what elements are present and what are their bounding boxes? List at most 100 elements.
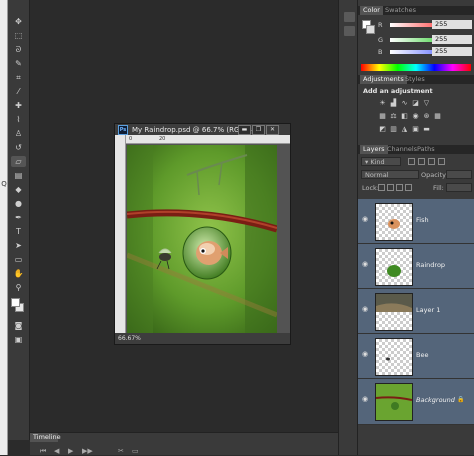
curves-adj-icon[interactable]: ∿: [400, 99, 409, 107]
fish-thumb: [388, 219, 400, 229]
visibility-eye-icon[interactable]: ◉: [362, 306, 370, 313]
transition-icon[interactable]: ▭: [132, 447, 139, 455]
filter-kind-value: Kind: [370, 158, 385, 166]
tab-swatches[interactable]: Swatches: [382, 6, 419, 15]
foreground-color-swatch[interactable]: [11, 298, 20, 307]
tab-color[interactable]: Color: [360, 6, 383, 15]
filter-shape-icon[interactable]: [438, 158, 445, 165]
layer-thumbnail: [375, 338, 413, 376]
hue-adj-icon[interactable]: ▦: [378, 112, 387, 120]
layer-row[interactable]: ◉ Bee: [358, 334, 474, 379]
crop-tool-icon[interactable]: ⌗: [11, 72, 26, 83]
red-value[interactable]: 255: [432, 20, 472, 29]
gradient-map-adj-icon[interactable]: ▬: [422, 125, 431, 133]
layers-panel-tabs: Layers Channels Paths: [358, 145, 474, 154]
path-select-tool-icon[interactable]: ➤: [11, 240, 26, 251]
marquee-tool-icon[interactable]: ⬚: [11, 30, 26, 41]
play-icon[interactable]: ▶: [68, 447, 73, 455]
document-canvas[interactable]: [127, 145, 277, 333]
zoom-level[interactable]: 66.67%: [118, 335, 141, 342]
green-slider-row: G 255: [358, 35, 474, 45]
history-panel-icon[interactable]: [344, 12, 355, 22]
brightness-adj-icon[interactable]: ☀: [378, 99, 387, 107]
lasso-tool-icon[interactable]: ᘐ: [11, 44, 26, 55]
green-value[interactable]: 255: [432, 35, 472, 44]
next-frame-icon[interactable]: ▶▶: [82, 447, 93, 455]
properties-panel-icon[interactable]: [344, 26, 355, 36]
document-window: Ps My Raindrop.psd @ 66.7% (RGB/8#) ▬ ❐ …: [114, 123, 291, 345]
layer1-thumb: [376, 294, 412, 312]
visibility-eye-icon[interactable]: ◉: [362, 351, 370, 358]
green-label: G: [378, 36, 384, 44]
canvas-image: [127, 145, 277, 333]
exposure-adj-icon[interactable]: ◪: [411, 99, 420, 107]
color-balance-adj-icon[interactable]: ⚖: [389, 112, 398, 120]
tab-paths[interactable]: Paths: [414, 145, 438, 154]
red-label: R: [378, 21, 383, 29]
tab-timeline[interactable]: Timeline: [30, 433, 61, 442]
document-title-bar[interactable]: Ps My Raindrop.psd @ 66.7% (RGB/8#) ▬ ❐ …: [115, 124, 290, 135]
layer-name: Raindrop: [416, 261, 446, 269]
eraser-tool-icon[interactable]: ▱: [11, 156, 26, 167]
visibility-eye-icon[interactable]: ◉: [362, 396, 370, 403]
gradient-tool-icon[interactable]: ▤: [11, 170, 26, 181]
screen-mode-icon[interactable]: ▣: [11, 334, 26, 345]
color-spectrum-bar[interactable]: [361, 64, 471, 71]
cut-icon[interactable]: ✂: [118, 447, 124, 455]
levels-adj-icon[interactable]: ▟: [389, 99, 398, 107]
minimize-button[interactable]: ▬: [238, 125, 251, 135]
restore-button[interactable]: ❐: [252, 125, 265, 135]
invert-adj-icon[interactable]: ◩: [378, 125, 387, 133]
lock-position-icon[interactable]: [396, 184, 403, 191]
tab-styles[interactable]: Styles: [402, 75, 428, 84]
history-brush-tool-icon[interactable]: ↺: [11, 142, 26, 153]
lookup-adj-icon[interactable]: ▦: [433, 112, 442, 120]
zoom-tool-icon[interactable]: ⚲: [11, 282, 26, 293]
ruler-tick: 0: [129, 136, 133, 142]
lock-all-icon[interactable]: [405, 184, 412, 191]
move-tool-icon[interactable]: ✥: [11, 16, 26, 27]
type-tool-icon[interactable]: T: [11, 226, 26, 237]
blur-tool-icon[interactable]: ◆: [11, 184, 26, 195]
edge-glyph: Q: [1, 180, 7, 188]
vibrance-adj-icon[interactable]: ▽: [422, 99, 431, 107]
filter-pixel-icon[interactable]: [408, 158, 415, 165]
visibility-eye-icon[interactable]: ◉: [362, 216, 370, 223]
fill-input[interactable]: [446, 183, 472, 192]
tab-adjustments[interactable]: Adjustments: [360, 75, 407, 84]
shape-tool-icon[interactable]: ▭: [11, 254, 26, 265]
collapsed-panels-strip: [338, 0, 358, 455]
clone-stamp-tool-icon[interactable]: ♙: [11, 128, 26, 139]
layer-row[interactable]: ◉ Raindrop: [358, 244, 474, 289]
layer-row[interactable]: ◉ Layer 1: [358, 289, 474, 334]
opacity-input[interactable]: [446, 170, 472, 179]
layer-row[interactable]: ◉ Background 🔒: [358, 379, 474, 425]
healing-tool-icon[interactable]: ✚: [11, 100, 26, 111]
filter-type-icon[interactable]: [428, 158, 435, 165]
bee-thumb: [386, 357, 390, 361]
posterize-adj-icon[interactable]: ▥: [389, 125, 398, 133]
close-button[interactable]: ✕: [266, 125, 279, 135]
brush-tool-icon[interactable]: ⌇: [11, 114, 26, 125]
quick-select-tool-icon[interactable]: ✎: [11, 58, 26, 69]
photo-filter-adj-icon[interactable]: ◉: [411, 112, 420, 120]
dodge-tool-icon[interactable]: ●: [11, 198, 26, 209]
lock-transparent-icon[interactable]: [378, 184, 385, 191]
quick-mask-icon[interactable]: ◙: [11, 320, 26, 331]
selective-color-adj-icon[interactable]: ▣: [411, 125, 420, 133]
lock-label: Lock:: [362, 184, 380, 192]
hand-tool-icon[interactable]: ✋: [11, 268, 26, 279]
channel-mixer-adj-icon[interactable]: ⊛: [422, 112, 431, 120]
layer-row[interactable]: ◉ Fish: [358, 199, 474, 244]
filter-adjust-icon[interactable]: [418, 158, 425, 165]
eyedropper-tool-icon[interactable]: ⁄: [11, 86, 26, 97]
bw-adj-icon[interactable]: ◧: [400, 112, 409, 120]
threshold-adj-icon[interactable]: ◮: [400, 125, 409, 133]
pen-tool-icon[interactable]: ✒: [11, 212, 26, 223]
prev-frame-icon[interactable]: ◀: [54, 447, 59, 455]
layer-filter-kind[interactable]: ▾ Kind: [361, 157, 401, 166]
blend-mode-select[interactable]: Normal: [361, 170, 419, 179]
blue-value[interactable]: 255: [432, 47, 472, 56]
visibility-eye-icon[interactable]: ◉: [362, 261, 370, 268]
lock-pixels-icon[interactable]: [387, 184, 394, 191]
